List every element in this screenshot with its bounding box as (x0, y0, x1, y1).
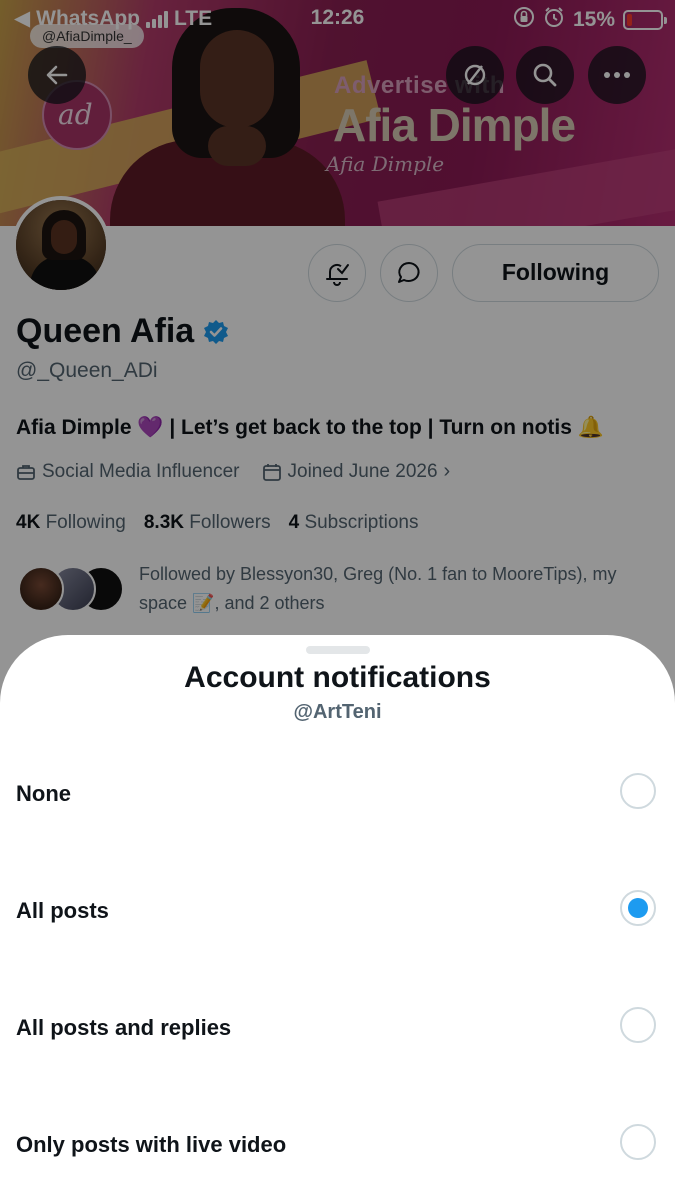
option-label: None (16, 781, 71, 806)
option-label: All posts (16, 898, 109, 923)
option-label: Only posts with live video (16, 1132, 287, 1157)
option-live-video[interactable]: Only posts with live video (0, 1104, 675, 1184)
option-all-posts[interactable]: All posts (0, 870, 675, 950)
radio-button[interactable] (620, 1124, 656, 1160)
radio-button[interactable] (620, 1007, 656, 1043)
sheet-subtitle: @ArtTeni (293, 701, 382, 723)
sheet-title: Account notifications (184, 661, 491, 694)
radio-button[interactable] (620, 890, 656, 926)
option-all-posts-and-replies[interactable]: All posts and replies (0, 987, 675, 1067)
account-notifications-sheet: Account notifications @ArtTeni None All … (0, 635, 675, 1200)
option-none[interactable]: None (0, 753, 675, 833)
radio-button[interactable] (620, 773, 656, 809)
option-label: All posts and replies (16, 1015, 232, 1040)
sheet-grabber[interactable] (306, 646, 370, 654)
